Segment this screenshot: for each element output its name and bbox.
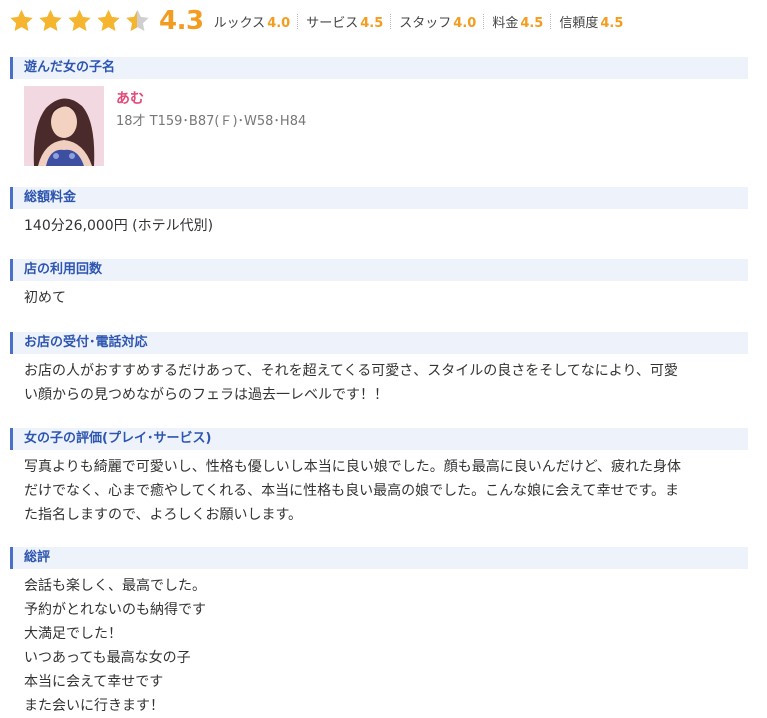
category-label: 信頼度 xyxy=(559,15,599,31)
category-looks: ルックス 4.0 xyxy=(214,12,291,31)
category-price: 料金 4.5 xyxy=(492,12,543,31)
section-title-girl: 遊んだ女の子名 xyxy=(10,57,748,79)
divider xyxy=(550,13,552,29)
category-label: スタッフ xyxy=(399,15,452,31)
text-line: 予約がとれないのも納得です xyxy=(24,602,206,618)
category-label: ルックス xyxy=(213,15,266,31)
girl-name-link[interactable]: あむ xyxy=(116,88,144,108)
text-line: お店の人がおすすめするだけあって、それを超えてくる可愛さ、スタイルの良さをそして… xyxy=(24,363,678,379)
section-title-evaluation: 女の子の評価(プレイ･サービス) xyxy=(10,428,748,450)
category-service: サービス 4.5 xyxy=(306,12,383,31)
star-full-icon xyxy=(95,8,122,34)
star-full-icon xyxy=(66,8,93,34)
summary-text: 会話も楽しく、最高でした。 予約がとれないのも納得です 大満足でした！ いつあっ… xyxy=(24,574,744,718)
category-label: 料金 xyxy=(492,15,519,31)
text-line: 会話も楽しく、最高でした。 xyxy=(24,578,206,594)
category-label: サービス xyxy=(306,15,359,31)
text-line: 本当に会えて幸せです xyxy=(24,674,164,690)
category-value: 4.0 xyxy=(453,15,477,31)
reception-text: お店の人がおすすめするだけあって、それを超えてくる可愛さ、スタイルの良さをそして… xyxy=(24,359,744,407)
text-line: また会いに行きます！ xyxy=(24,698,164,714)
text-line: いつあっても最高な女の子 xyxy=(24,650,191,666)
text-line: だけでなく、心まで癒やしてくれる、本当に性格も良い最高の娘でした。こんな娘に会え… xyxy=(24,483,680,499)
divider xyxy=(297,13,299,29)
overall-score: 4.3 xyxy=(159,6,204,36)
review-page: 4.3 ルックス 4.0 サービス 4.5 スタッフ 4.0 料金 4.5 信頼度 4.5… xyxy=(0,0,767,714)
star-full-icon xyxy=(37,8,64,34)
text-line: 写真よりも綺麗で可愛いし、性格も優しいし本当に良い娘でした。顔も最高に良いんだけ… xyxy=(24,459,682,475)
category-value: 4.5 xyxy=(600,15,624,31)
divider xyxy=(390,13,392,29)
section-title-reception: お店の受付･電話対応 xyxy=(10,332,748,354)
divider xyxy=(483,13,485,29)
rating-row: 4.3 ルックス 4.0 サービス 4.5 スタッフ 4.0 料金 4.5 信頼度 4.5 xyxy=(8,4,623,38)
text-line: 大満足でした！ xyxy=(24,626,122,642)
girl-photo-image xyxy=(24,86,104,166)
text-line: た指名しますので、よろしくお願いします。 xyxy=(24,507,303,523)
star-half-icon xyxy=(124,8,151,34)
category-value: 4.0 xyxy=(267,15,291,31)
text-line: い顔からの見つめながらのフェラは過去一レベルです！！ xyxy=(24,387,388,403)
category-trust: 信頼度 4.5 xyxy=(559,12,623,31)
star-full-icon xyxy=(8,8,35,34)
section-title-price: 総額料金 xyxy=(10,187,748,209)
price-text: 140分26,000円 (ホテル代別) xyxy=(24,218,214,234)
evaluation-text: 写真よりも綺麗で可愛いし、性格も優しいし本当に良い娘でした。顔も最高に良いんだけ… xyxy=(24,455,744,527)
girl-photo[interactable] xyxy=(24,86,104,166)
section-title-visits: 店の利用回数 xyxy=(10,259,748,281)
star-rating xyxy=(8,8,153,34)
category-staff: スタッフ 4.0 xyxy=(399,12,476,31)
girl-spec: 18才 T159･B87(Ｆ)･W58･H84 xyxy=(116,114,307,129)
category-value: 4.5 xyxy=(360,15,384,31)
visits-text: 初めて xyxy=(24,290,66,306)
category-value: 4.5 xyxy=(520,15,544,31)
section-title-summary: 総評 xyxy=(10,547,748,569)
